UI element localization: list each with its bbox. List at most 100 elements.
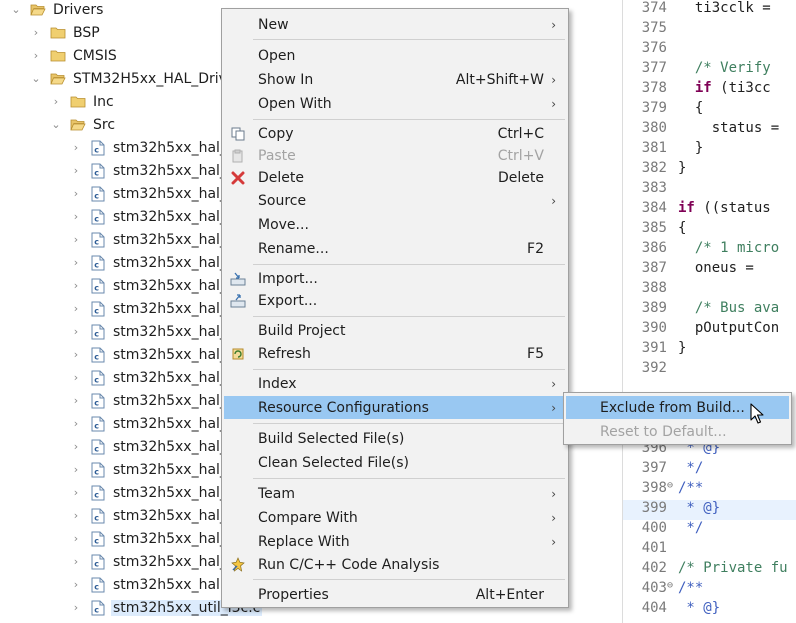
tree-file-item[interactable]: › c stm32h5xx_hal_i2 bbox=[70, 297, 240, 320]
chevron-right-icon[interactable]: › bbox=[70, 601, 82, 614]
menu-item-export[interactable]: Export... bbox=[224, 289, 566, 312]
menu-item-open-with[interactable]: Open With › bbox=[224, 92, 566, 115]
tree-item-bsp[interactable]: › BSP bbox=[30, 21, 100, 44]
tree-file-item[interactable]: › c stm32h5xx_hal_tir bbox=[70, 481, 242, 504]
tree-file-item[interactable]: › c stm32h5xx_hal_ua bbox=[70, 527, 245, 550]
menu-item-team[interactable]: Team › bbox=[224, 482, 566, 505]
code-line[interactable]: 400 */ bbox=[623, 520, 796, 540]
code-line[interactable]: 378 if (ti3cc bbox=[623, 80, 796, 100]
tree-file-item[interactable]: › c stm32h5xx_hal_ic bbox=[70, 366, 239, 389]
menu-item-import[interactable]: Import... bbox=[224, 267, 566, 290]
tree-file-item[interactable]: › c stm32h5xx_hal_pv bbox=[70, 389, 244, 412]
code-line[interactable]: 388 bbox=[623, 280, 796, 300]
tree-file-item[interactable]: › c stm32h5xx_hal_gp bbox=[70, 274, 245, 297]
chevron-right-icon[interactable]: › bbox=[70, 348, 82, 361]
code-line[interactable]: 379 { bbox=[623, 100, 796, 120]
code-line[interactable]: 391} bbox=[623, 340, 796, 360]
code-line[interactable]: 385 { bbox=[623, 220, 796, 240]
code-line[interactable]: 375 bbox=[623, 20, 796, 40]
code-line[interactable]: 389 /* Bus ava bbox=[623, 300, 796, 320]
menu-item-new[interactable]: New › bbox=[224, 13, 566, 36]
chevron-right-icon[interactable]: › bbox=[70, 164, 82, 177]
tree-item-hal-driver[interactable]: ⌄ STM32H5xx_HAL_Driver bbox=[30, 67, 241, 90]
tree-item-cmsis[interactable]: › CMSIS bbox=[30, 44, 117, 67]
fold-toggle-icon[interactable]: ⊖ bbox=[667, 480, 677, 491]
tree-file-item[interactable]: › c stm32h5xx_hal_dı bbox=[70, 159, 240, 182]
menu-item-open[interactable]: Open bbox=[224, 44, 566, 67]
tree-file-item[interactable]: › c stm32h5xx_hal_rc bbox=[70, 435, 240, 458]
menu-item-copy[interactable]: Copy Ctrl+C bbox=[224, 122, 566, 145]
menu-item-resource-configurations[interactable]: Resource Configurations › bbox=[224, 396, 566, 419]
chevron-right-icon[interactable]: › bbox=[50, 95, 62, 108]
chevron-down-icon[interactable]: ⌄ bbox=[10, 3, 22, 16]
code-line[interactable]: 403 ⊖/** bbox=[623, 580, 796, 600]
chevron-right-icon[interactable]: › bbox=[70, 532, 82, 545]
chevron-right-icon[interactable]: › bbox=[70, 256, 82, 269]
chevron-right-icon[interactable]: › bbox=[70, 279, 82, 292]
code-line[interactable]: 386 /* 1 micro bbox=[623, 240, 796, 260]
chevron-right-icon[interactable]: › bbox=[70, 187, 82, 200]
code-line[interactable]: 383 bbox=[623, 180, 796, 200]
chevron-right-icon[interactable]: › bbox=[70, 394, 82, 407]
menu-item-replace-with[interactable]: Replace With › bbox=[224, 530, 566, 553]
tree-item-inc[interactable]: › Inc bbox=[50, 90, 114, 113]
tree-file-item[interactable]: › c stm32h5xx_hal_pv bbox=[70, 412, 244, 435]
chevron-right-icon[interactable]: › bbox=[70, 463, 82, 476]
code-line[interactable]: 381 } bbox=[623, 140, 796, 160]
code-line[interactable]: 380 status = bbox=[623, 120, 796, 140]
tree-file-item[interactable]: › c stm32h5xx_hal_dı bbox=[70, 182, 240, 205]
code-line[interactable]: 377 /* Verify bbox=[623, 60, 796, 80]
code-line[interactable]: 401 bbox=[623, 540, 796, 560]
code-line[interactable]: 397 */ bbox=[623, 460, 796, 480]
tree-file-item[interactable]: › c stm32h5xx_hal_ua bbox=[70, 550, 245, 573]
tree-file-item[interactable]: › c stm32h5xx_hal_i3 bbox=[70, 343, 240, 366]
chevron-right-icon[interactable]: › bbox=[70, 486, 82, 499]
code-line[interactable]: 374 ti3cclk = bbox=[623, 0, 796, 20]
chevron-right-icon[interactable]: › bbox=[70, 440, 82, 453]
menu-item-show-in[interactable]: Show In Alt+Shift+W › bbox=[224, 68, 566, 91]
code-line[interactable]: 384 if ((status bbox=[623, 200, 796, 220]
tree-file-item[interactable]: › c stm32h5xx_hal_i2 bbox=[70, 320, 240, 343]
chevron-right-icon[interactable]: › bbox=[70, 578, 82, 591]
fold-toggle-icon[interactable]: ⊖ bbox=[667, 580, 677, 591]
chevron-right-icon[interactable]: › bbox=[70, 141, 82, 154]
tree-item-drivers[interactable]: ⌄ Drivers bbox=[10, 0, 103, 21]
tree-file-item[interactable]: › c stm32h5xx_hal.c bbox=[70, 573, 232, 596]
tree-file-item[interactable]: › c stm32h5xx_hal_tir bbox=[70, 504, 242, 527]
code-line[interactable]: 376 bbox=[623, 40, 796, 60]
code-line[interactable]: 399 * @} bbox=[623, 500, 796, 520]
code-line[interactable]: 404 * @} bbox=[623, 600, 796, 620]
menu-item-properties[interactable]: Properties Alt+Enter bbox=[224, 583, 566, 606]
chevron-right-icon[interactable]: › bbox=[30, 26, 42, 39]
menu-item-run-code-analysis[interactable]: Run C/C++ Code Analysis bbox=[224, 553, 566, 576]
chevron-right-icon[interactable]: › bbox=[70, 233, 82, 246]
code-editor[interactable]: 374 ti3cclk = 375 376 377 /* Verify 378 if … bbox=[622, 0, 796, 623]
chevron-right-icon[interactable]: › bbox=[30, 49, 42, 62]
code-line[interactable]: 398 ⊖/** bbox=[623, 480, 796, 500]
chevron-down-icon[interactable]: ⌄ bbox=[30, 72, 42, 85]
chevron-right-icon[interactable]: › bbox=[70, 509, 82, 522]
chevron-right-icon[interactable]: › bbox=[70, 555, 82, 568]
code-line[interactable]: 390 pOutputCon bbox=[623, 320, 796, 340]
tree-file-item[interactable]: › c stm32h5xx_hal_fla bbox=[70, 251, 245, 274]
menu-item-build-project[interactable]: Build Project bbox=[224, 319, 566, 342]
chevron-right-icon[interactable]: › bbox=[70, 302, 82, 315]
menu-item-refresh[interactable]: Refresh F5 bbox=[224, 342, 566, 365]
menu-item-compare-with[interactable]: Compare With › bbox=[224, 506, 566, 529]
chevron-right-icon[interactable]: › bbox=[70, 371, 82, 384]
menu-item-clean-selected[interactable]: Clean Selected File(s) bbox=[224, 451, 566, 474]
chevron-down-icon[interactable]: ⌄ bbox=[50, 118, 62, 131]
tree-file-item[interactable]: › c stm32h5xx_hal_fla bbox=[70, 228, 245, 251]
tree-item-src[interactable]: ⌄ Src bbox=[50, 113, 115, 136]
chevron-right-icon[interactable]: › bbox=[70, 210, 82, 223]
menu-item-source[interactable]: Source › bbox=[224, 189, 566, 212]
menu-item-build-selected[interactable]: Build Selected File(s) bbox=[224, 427, 566, 450]
menu-item-rename[interactable]: Rename... F2 bbox=[224, 237, 566, 260]
tree-file-item[interactable]: › c stm32h5xx_hal_rc bbox=[70, 458, 240, 481]
code-line[interactable]: 387 oneus = bbox=[623, 260, 796, 280]
chevron-right-icon[interactable]: › bbox=[70, 325, 82, 338]
tree-file-item[interactable]: › c stm32h5xx_hal_ex bbox=[70, 205, 244, 228]
code-line[interactable]: 392 bbox=[623, 360, 796, 380]
chevron-right-icon[interactable]: › bbox=[70, 417, 82, 430]
code-line[interactable]: 382} bbox=[623, 160, 796, 180]
